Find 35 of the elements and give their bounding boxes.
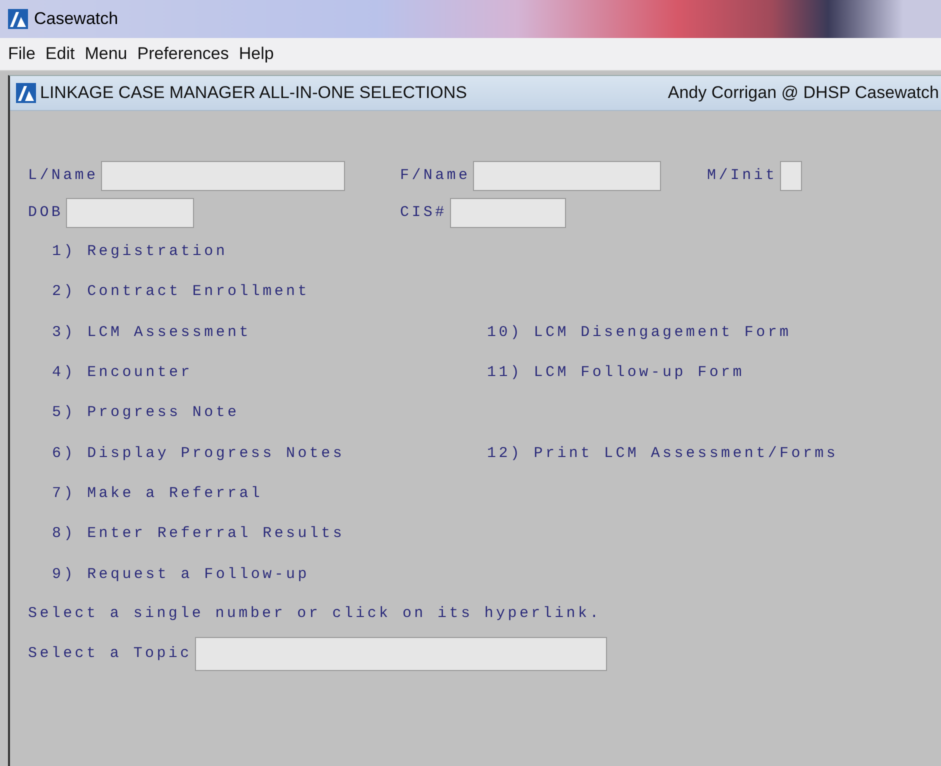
field-label: M/Init: [707, 167, 778, 184]
form-title: LINKAGE CASE MANAGER ALL-IN-ONE SELECTIONS: [40, 83, 468, 103]
logo-icon: [8, 9, 28, 29]
field-label: DOB: [28, 204, 64, 221]
option-link[interactable]: 4) Encounter: [52, 364, 192, 382]
menu-item[interactable]: Menu: [84, 44, 128, 64]
option-link[interactable]: 10) LCM Disengagement Form: [487, 324, 792, 341]
option-link[interactable]: 5) Progress Note: [52, 404, 240, 422]
option-link[interactable]: 11) LCM Follow-up Form: [487, 364, 744, 382]
input-field[interactable]: [780, 160, 802, 190]
option-link[interactable]: 3) LCM Assessment: [52, 324, 251, 341]
menu-item[interactable]: Help: [238, 44, 274, 64]
option-link[interactable]: 7) Make a Referral: [52, 484, 263, 502]
input-field[interactable]: [194, 636, 607, 671]
option-link[interactable]: 8) Enter Referral Results: [52, 525, 345, 542]
option-link[interactable]: 12) Print LCM Assessment/Forms: [487, 444, 838, 462]
option-link[interactable]: 9) Request a Follow-up: [52, 566, 310, 583]
input-field[interactable]: [101, 160, 346, 190]
field-label: F/Name: [400, 167, 470, 184]
input-field[interactable]: [66, 198, 194, 228]
menu-item[interactable]: Edit: [45, 44, 75, 64]
option-link[interactable]: 2) Contract Enrollment: [52, 283, 310, 300]
user-label: Andy Corrigan @ DHSP Casewatch: [668, 83, 940, 103]
input-field[interactable]: [450, 198, 566, 228]
menu-item[interactable]: File: [8, 44, 36, 64]
option-link[interactable]: 6) Display Progress Notes: [52, 444, 345, 462]
field-label: L/Name: [28, 167, 98, 184]
menu-item[interactable]: Preferences: [137, 44, 229, 64]
instruction-text: Select a single number or click on its hyperlink.: [28, 604, 602, 624]
window-title: Casewatch: [34, 9, 118, 29]
logo-icon: [16, 83, 36, 103]
input-field[interactable]: [473, 160, 662, 190]
option-link[interactable]: 1) Registration: [52, 243, 228, 260]
field-label: CIS#: [400, 204, 447, 221]
field-label: Select a Topic: [28, 645, 192, 662]
